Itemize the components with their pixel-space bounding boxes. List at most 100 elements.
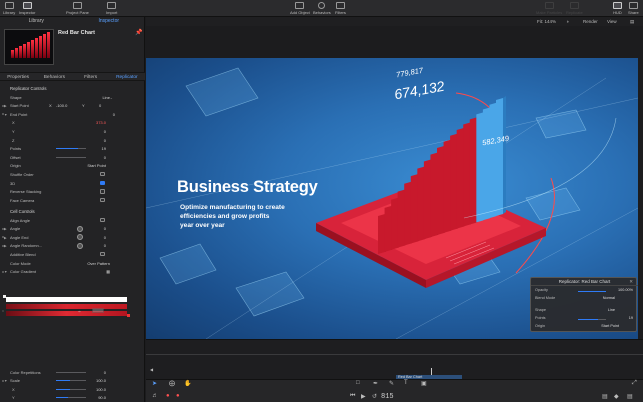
- scale-field[interactable]: 100.0: [96, 378, 106, 383]
- audio-timeline-icon[interactable]: ▤: [627, 393, 633, 400]
- import-button[interactable]: Import: [106, 2, 117, 15]
- shape-tool-icon[interactable]: □: [356, 380, 360, 386]
- view-menu[interactable]: View: [607, 19, 617, 24]
- disclosure-triangle-icon[interactable]: ▶: [4, 244, 7, 248]
- record-icon[interactable]: ●: [166, 393, 170, 399]
- tab-inspector[interactable]: Inspector: [73, 17, 146, 26]
- transform-tool-icon[interactable]: ⨁: [169, 380, 175, 387]
- pin-icon[interactable]: 📌: [135, 29, 142, 36]
- hud-opacity-field[interactable]: 100.00%: [618, 288, 633, 292]
- additive-blend-checkbox[interactable]: [100, 251, 105, 257]
- replicated-bar: [378, 214, 385, 254]
- align-angle-checkbox[interactable]: [100, 217, 105, 222]
- zoom-level-menu[interactable]: Fit: 144%: [537, 19, 556, 24]
- angle-dial[interactable]: [77, 225, 83, 232]
- render-menu[interactable]: Render: [583, 19, 598, 24]
- timecode-display[interactable]: 815: [381, 393, 394, 401]
- tab-filters[interactable]: Filters: [73, 73, 109, 80]
- chevron-down-icon: ⌄: [109, 94, 113, 100]
- disclosure-triangle-icon[interactable]: ▶: [4, 227, 7, 231]
- record-options-icon[interactable]: ●: [176, 393, 180, 399]
- hud-origin-select[interactable]: Start Point: [601, 324, 619, 328]
- face-camera-checkbox[interactable]: [100, 197, 105, 203]
- angle-random-dial[interactable]: [77, 243, 83, 250]
- end-x-field[interactable]: 373.0: [96, 120, 106, 125]
- hud-points-slider[interactable]: [578, 318, 606, 320]
- filters-button[interactable]: Filters: [335, 2, 346, 15]
- scale-y-slider[interactable]: [56, 397, 86, 399]
- play-icon[interactable]: ▶: [361, 393, 366, 400]
- paint-tool-icon[interactable]: ✎: [389, 380, 394, 387]
- color-repetitions-field[interactable]: 0: [104, 370, 106, 375]
- add-object-button[interactable]: Add Object: [290, 2, 310, 15]
- play-range-start-icon[interactable]: ◀: [150, 367, 153, 372]
- behaviors-button[interactable]: Behaviors: [313, 2, 331, 15]
- hud-opacity-slider[interactable]: [578, 290, 606, 292]
- angle-end-field[interactable]: 0: [104, 235, 106, 240]
- behaviors-icon: [318, 2, 326, 9]
- eyedropper-icon[interactable]: ✒: [78, 309, 81, 314]
- hud-points-field[interactable]: 19: [629, 316, 633, 320]
- hud-blend-select[interactable]: Normal: [603, 296, 615, 300]
- end-z-field[interactable]: 0: [104, 138, 106, 143]
- origin-select[interactable]: Start Point: [87, 163, 106, 168]
- end-point-field[interactable]: 0: [113, 112, 115, 117]
- gradient-preset-icon[interactable]: ▦: [106, 269, 110, 274]
- disclosure-triangle-icon[interactable]: ▼: [4, 270, 7, 274]
- reverse-stacking-checkbox[interactable]: [100, 189, 105, 194]
- library-button[interactable]: Library: [3, 2, 15, 15]
- replicator-controls-heading: Replicator Controls: [10, 86, 47, 91]
- hud-shape-select[interactable]: Line: [608, 308, 615, 312]
- offset-slider[interactable]: [56, 156, 86, 158]
- offset-field[interactable]: 0: [104, 155, 106, 160]
- tab-replicator[interactable]: Replicator: [109, 73, 145, 80]
- go-to-start-icon[interactable]: ⏮: [350, 393, 355, 400]
- start-point-x-field[interactable]: -100.0: [56, 103, 67, 108]
- fullscreen-icon[interactable]: ⤢: [632, 380, 637, 387]
- angle-field[interactable]: 0: [104, 226, 106, 231]
- pen-tool-icon[interactable]: ✒: [373, 380, 378, 387]
- inspector-button[interactable]: Inspector: [19, 2, 35, 15]
- color-channels-icon[interactable]: ◑: [566, 19, 569, 24]
- angle-end-dial[interactable]: [77, 234, 83, 241]
- mask-tool-icon[interactable]: ▣: [421, 380, 427, 387]
- angle-random-field[interactable]: 0: [104, 243, 106, 248]
- disclosure-triangle-icon[interactable]: ▼: [4, 113, 7, 117]
- start-point-y-field[interactable]: 0: [99, 103, 101, 108]
- tab-properties[interactable]: Properties: [0, 73, 36, 80]
- disclosure-triangle-icon[interactable]: ▶: [4, 104, 7, 108]
- particles-icon: [544, 2, 554, 9]
- share-button[interactable]: Share: [628, 2, 639, 15]
- three-d-checkbox[interactable]: [100, 180, 105, 185]
- points-field[interactable]: 19: [102, 146, 106, 151]
- points-slider[interactable]: [56, 148, 86, 150]
- timeline-toggle-icon[interactable]: ▤: [602, 393, 608, 400]
- scale-x-field[interactable]: 100.0: [96, 387, 106, 392]
- end-y-field[interactable]: 0: [104, 129, 106, 134]
- filters-icon: [335, 2, 345, 9]
- keyframe-editor-icon[interactable]: ◆: [614, 393, 619, 400]
- color-mode-select[interactable]: Over Pattern: [87, 261, 110, 266]
- shuffle-checkbox[interactable]: [100, 171, 105, 177]
- audio-icon[interactable]: ♬: [152, 393, 158, 399]
- scale-x-slider[interactable]: [56, 388, 86, 390]
- tab-library[interactable]: Library: [0, 17, 73, 26]
- disclosure-triangle-icon[interactable]: ▼: [4, 379, 7, 383]
- scale-slider[interactable]: [56, 380, 86, 382]
- disclosure-triangle-icon[interactable]: ▶: [4, 236, 7, 240]
- project-pane-button[interactable]: Project Pane: [66, 2, 89, 15]
- close-icon[interactable]: ✕: [629, 279, 633, 285]
- replicator-hud[interactable]: Replicator: Red Bar Chart ✕ Opacity 100.…: [530, 277, 638, 332]
- loop-icon[interactable]: ↺: [372, 393, 377, 400]
- color-repetitions-slider[interactable]: [56, 371, 86, 373]
- pan-tool-icon[interactable]: ✋: [184, 380, 191, 387]
- replicate-button[interactable]: Replicate: [566, 2, 583, 15]
- scale-y-field[interactable]: 90.0: [98, 395, 106, 400]
- hud-button[interactable]: HUD: [613, 2, 622, 15]
- text-tool-icon[interactable]: T: [404, 380, 408, 386]
- mini-timeline[interactable]: ◀ Red Bar Chart: [146, 339, 643, 380]
- tab-behaviors[interactable]: Behaviors: [36, 73, 72, 80]
- make-particles-button[interactable]: Make Particles: [536, 2, 562, 15]
- select-tool-icon[interactable]: ➤: [152, 380, 157, 387]
- layout-icon[interactable]: ▤: [630, 19, 634, 25]
